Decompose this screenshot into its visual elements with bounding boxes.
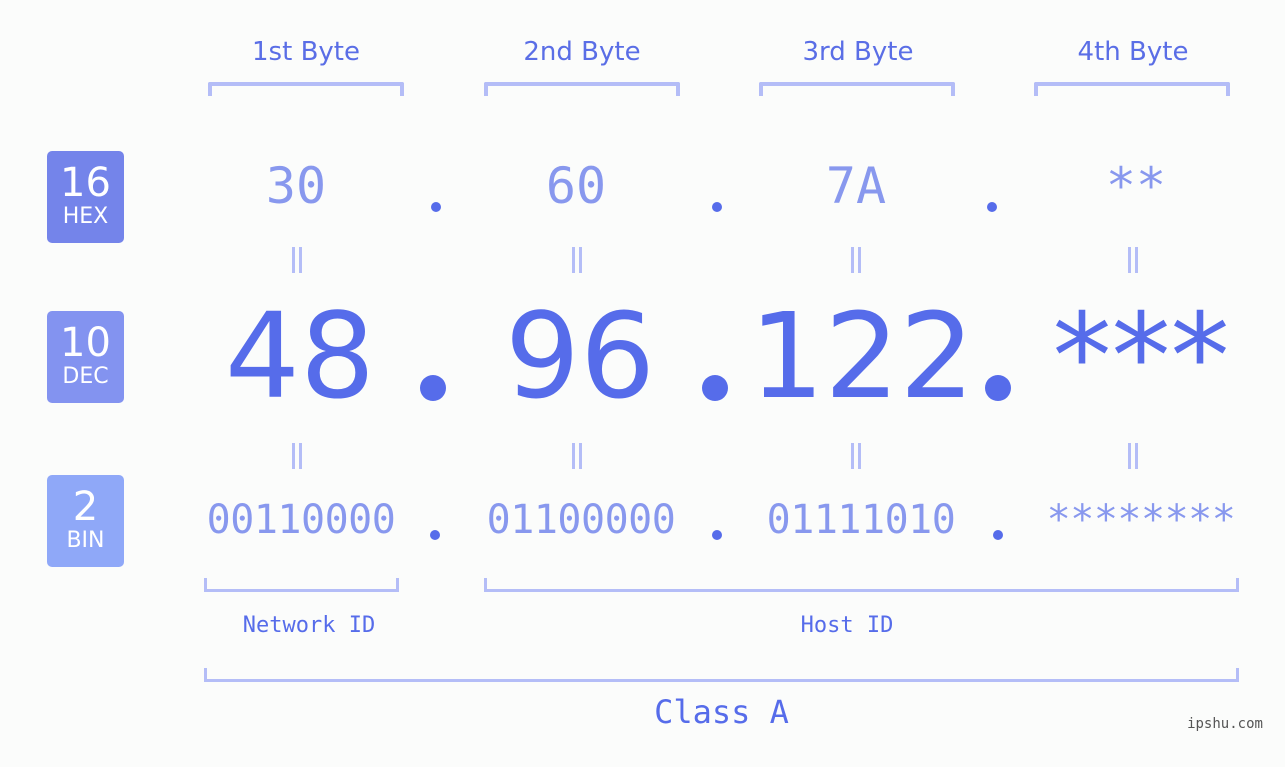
hex-byte-3: 7A [825,157,887,215]
bin-dot-separator [993,530,1003,540]
byte-bracket-1 [208,82,404,96]
hex-badge-base: 16 [60,160,111,206]
bin-byte-3: 01111010 [766,497,956,543]
host-id-bracket [484,578,1239,592]
bin-badge-label: BIN [66,528,105,553]
bin-dot-separator [430,530,440,540]
equals-icon [851,443,861,469]
dec-dot-separator [420,375,446,401]
byte-header-4: 4th Byte [1077,37,1189,67]
hex-badge-label: HEX [62,204,109,229]
equals-icon [292,443,302,469]
byte-header-2: 2nd Byte [523,37,641,67]
dec-badge: 10 DEC [47,311,124,403]
byte-bracket-3 [759,82,955,96]
hex-dot-separator [987,202,997,212]
bin-byte-2: 01100000 [486,497,676,543]
dec-badge-base: 10 [60,320,111,366]
host-id-label: Host ID [800,613,894,638]
byte-header-3: 3rd Byte [802,37,914,67]
hex-dot-separator [431,202,441,212]
dec-byte-4: *** [1052,287,1230,425]
network-id-label: Network ID [242,613,376,638]
network-id-bracket [204,578,399,592]
bin-dot-separator [712,530,722,540]
dec-byte-3: 122 [749,287,975,425]
equals-icon [292,247,302,273]
byte-header-1: 1st Byte [252,37,360,67]
class-label: Class A [654,693,789,731]
watermark: ipshu.com [1187,716,1263,732]
bin-byte-1: 00110000 [206,497,396,543]
bin-byte-4: ******** [1046,497,1236,543]
dec-badge-label: DEC [62,364,109,389]
bin-badge-base: 2 [72,484,99,530]
hex-badge: 16 HEX [47,151,124,243]
dec-dot-separator [985,375,1011,401]
hex-byte-2: 60 [545,157,607,215]
equals-icon [572,443,582,469]
equals-icon [1128,443,1138,469]
dec-dot-separator [702,375,728,401]
byte-bracket-2 [484,82,680,96]
equals-icon [851,247,861,273]
equals-icon [572,247,582,273]
byte-bracket-4 [1034,82,1230,96]
dec-byte-1: 48 [224,287,376,425]
hex-byte-4: ** [1105,157,1167,215]
hex-dot-separator [712,202,722,212]
class-bracket [204,668,1239,682]
dec-byte-2: 96 [504,287,656,425]
equals-icon [1128,247,1138,273]
hex-byte-1: 30 [265,157,327,215]
bin-badge: 2 BIN [47,475,124,567]
